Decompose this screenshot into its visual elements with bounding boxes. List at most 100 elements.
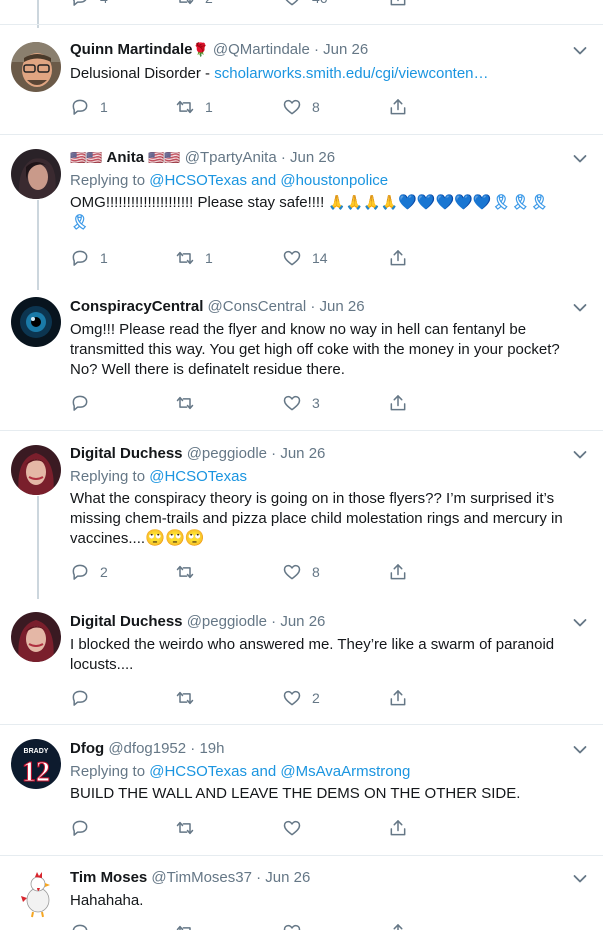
tweet-text: What the conspiracy theory is going on i… [70, 489, 589, 549]
like-button[interactable] [282, 818, 302, 838]
mention-link[interactable]: @HCSOTexas [149, 763, 247, 780]
share-icon [388, 97, 408, 117]
retweet-button[interactable] [175, 562, 195, 582]
like-button[interactable]: 3 [282, 393, 320, 413]
avatar[interactable] [11, 42, 61, 92]
display-name[interactable]: Dfog [70, 740, 104, 757]
tweet-actions [70, 818, 430, 838]
user-handle[interactable]: @TimMoses37 [151, 869, 252, 886]
heart-icon [282, 562, 302, 582]
reply-button[interactable]: 4 [70, 0, 108, 8]
retweet-button[interactable]: 1 [175, 248, 213, 268]
reply-button[interactable] [70, 393, 90, 413]
retweet-button[interactable] [175, 393, 195, 413]
timestamp[interactable]: 19h [199, 740, 224, 757]
like-button[interactable]: 14 [282, 248, 328, 268]
chevron-down-icon[interactable] [573, 46, 587, 56]
tweet-body: Delusional Disorder - [70, 65, 215, 82]
retweet-button[interactable] [175, 688, 195, 708]
user-handle[interactable]: @ConsCentral [208, 298, 307, 315]
tweet-body: What the conspiracy theory is going on i… [70, 490, 563, 547]
like-button[interactable] [282, 922, 302, 930]
chevron-down-icon[interactable] [573, 303, 587, 313]
timestamp[interactable]: Jun 26 [290, 149, 335, 166]
user-handle[interactable]: @peggiodle [187, 445, 267, 462]
user-handle[interactable]: @peggiodle [187, 613, 267, 630]
replying-and[interactable]: and [251, 172, 276, 189]
display-name[interactable]: Digital Duchess [70, 445, 183, 462]
mention-link[interactable]: @MsAvaArmstrong [280, 763, 410, 780]
separator-dot: · [256, 869, 262, 886]
like-button[interactable]: 2 [282, 688, 320, 708]
share-button[interactable] [388, 97, 408, 117]
reply-icon [70, 688, 90, 708]
heart-icon [282, 393, 302, 413]
avatar[interactable] [11, 612, 61, 662]
user-handle[interactable]: @dfog1952 [108, 740, 186, 757]
retweet-button[interactable]: 2 [175, 0, 213, 8]
user-handle[interactable]: @QMartindale [213, 41, 310, 58]
mention-link[interactable]: @houstonpolice [280, 172, 388, 189]
display-name[interactable]: Anita [107, 149, 145, 166]
reply-button[interactable]: 1 [70, 97, 108, 117]
display-name[interactable]: Digital Duchess [70, 613, 183, 630]
timestamp[interactable]: Jun 26 [323, 41, 368, 58]
share-button[interactable] [388, 248, 408, 268]
mention-link[interactable]: @HCSOTexas [149, 468, 247, 485]
reply-button[interactable]: 2 [70, 562, 108, 582]
chevron-down-icon[interactable] [573, 450, 587, 460]
like-button[interactable]: 8 [282, 97, 320, 117]
tweet-text: Omg!!! Please read the flyer and know no… [70, 321, 560, 378]
like-button[interactable]: 8 [282, 562, 320, 582]
thread-line [37, 200, 39, 290]
reply-button[interactable] [70, 818, 90, 838]
share-button[interactable] [388, 818, 408, 838]
tweet-link[interactable]: scholarworks.smith.edu/cgi/viewconten… [214, 65, 488, 82]
pray-emoji: 🙏🙏🙏🙏 [328, 194, 399, 210]
replying-label: Replying to [70, 172, 146, 189]
share-button[interactable] [388, 393, 408, 413]
avatar[interactable] [11, 445, 61, 495]
avatar[interactable] [11, 868, 61, 918]
display-name[interactable]: Quinn Martindale [70, 41, 193, 58]
avatar[interactable]: BRADY 12 [11, 739, 61, 789]
retweet-button[interactable] [175, 922, 195, 930]
retweet-button[interactable] [175, 818, 195, 838]
user-handle[interactable]: @TpartyAnita [185, 149, 277, 166]
timestamp[interactable]: Jun 26 [280, 613, 325, 630]
share-button[interactable] [388, 0, 408, 8]
retweet-button[interactable]: 1 [175, 97, 213, 117]
share-button[interactable] [388, 688, 408, 708]
replying-label: Replying to [70, 763, 146, 780]
share-button[interactable] [388, 922, 408, 930]
heart-icon [282, 97, 302, 117]
mention-link[interactable]: @HCSOTexas [149, 172, 247, 189]
share-button[interactable] [388, 562, 408, 582]
replying-to: Replying to @HCSOTexas [70, 467, 589, 487]
like-button[interactable]: 46 [282, 0, 328, 8]
ribbon-emoji: 🎗 [70, 214, 90, 231]
chevron-down-icon[interactable] [573, 874, 587, 884]
avatar[interactable] [11, 149, 61, 199]
reply-button[interactable] [70, 922, 90, 930]
reply-button[interactable]: 1 [70, 248, 108, 268]
heart-icon [282, 688, 302, 708]
chevron-down-icon[interactable] [573, 618, 587, 628]
replying-label: Replying to [70, 468, 146, 485]
tweet-actions: 1 1 14 [70, 248, 430, 268]
chevron-down-icon[interactable] [573, 745, 587, 755]
separator [0, 724, 603, 725]
separator-dot: · [190, 740, 196, 757]
chevron-down-icon[interactable] [573, 154, 587, 164]
reply-icon [70, 818, 90, 838]
avatar[interactable] [11, 297, 61, 347]
display-name[interactable]: Tim Moses [70, 869, 147, 886]
display-name[interactable]: ConspiracyCentral [70, 298, 203, 315]
timestamp[interactable]: Jun 26 [320, 298, 365, 315]
reply-button[interactable] [70, 688, 90, 708]
timestamp[interactable]: Jun 26 [280, 445, 325, 462]
flag-emoji: 🇺🇸🇺🇸 [70, 150, 103, 165]
replying-and[interactable]: and [251, 763, 276, 780]
retweet-icon [175, 562, 195, 582]
timestamp[interactable]: Jun 26 [265, 869, 310, 886]
